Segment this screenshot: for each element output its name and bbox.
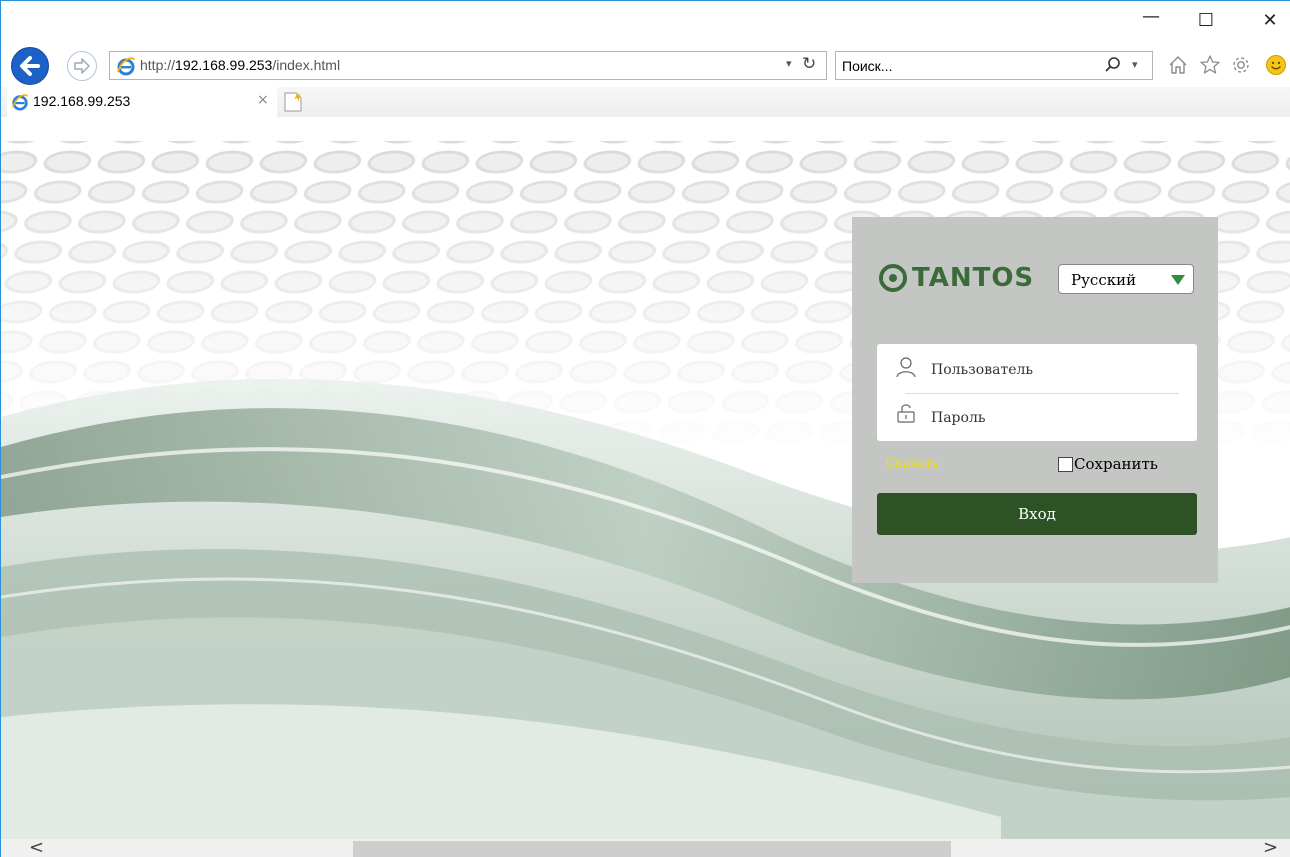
address-dropdown-icon[interactable]: ▾ <box>786 57 792 70</box>
ie-page-icon <box>117 57 135 76</box>
forward-arrow-icon <box>74 58 90 74</box>
address-url: http://192.168.99.253/index.html <box>140 57 341 73</box>
new-tab-icon[interactable] <box>281 90 305 114</box>
forward-button[interactable] <box>67 51 97 81</box>
tab-close-icon[interactable]: × <box>257 92 269 108</box>
language-select[interactable]: Русский <box>1058 264 1194 294</box>
back-button[interactable] <box>11 47 49 85</box>
brand-name: TANTOS <box>912 263 1035 293</box>
language-selected: Русский <box>1071 271 1137 289</box>
username-input[interactable] <box>931 358 1181 382</box>
scroll-right-icon[interactable]: > <box>1263 837 1278 857</box>
tab-active[interactable]: 192.168.99.253 × <box>7 87 277 117</box>
search-box[interactable]: ▾ <box>835 51 1153 80</box>
refresh-icon[interactable]: ↻ <box>802 54 816 74</box>
tab-bar: 192.168.99.253 × <box>1 87 1290 117</box>
search-input[interactable] <box>842 56 1092 76</box>
browser-window: — ☐ ✕ http://192.168.99.253/index.html ▾… <box>0 0 1290 857</box>
password-input[interactable] <box>931 406 1181 430</box>
ie-tab-icon <box>12 94 29 111</box>
credentials-box <box>877 344 1197 441</box>
search-dropdown-icon[interactable]: ▾ <box>1132 58 1138 71</box>
back-arrow-icon <box>20 56 40 76</box>
search-icon[interactable] <box>1104 56 1122 74</box>
maximize-button[interactable]: ☐ <box>1191 11 1221 31</box>
close-window-button[interactable]: ✕ <box>1255 11 1285 31</box>
remember-label: Сохранить <box>1074 455 1158 473</box>
feedback-smiley-icon[interactable] <box>1265 54 1287 76</box>
scrollbar-thumb[interactable] <box>353 841 951 857</box>
horizontal-scrollbar[interactable]: < > <box>1 837 1290 857</box>
login-panel: TANTOS Русский Пользователь Скачать Сохр… <box>852 217 1218 583</box>
login-button[interactable]: Вход <box>877 493 1197 535</box>
favorites-star-icon[interactable] <box>1199 54 1221 76</box>
settings-gear-icon[interactable] <box>1230 54 1252 76</box>
tantos-logo-icon <box>879 264 907 292</box>
tab-title: 192.168.99.253 <box>33 93 131 109</box>
user-icon <box>896 357 916 378</box>
home-icon[interactable] <box>1167 54 1189 76</box>
password-row <box>877 394 1197 442</box>
download-link[interactable]: Скачать <box>886 456 938 470</box>
page-viewport: TANTOS Русский Пользователь Скачать Сохр… <box>1 117 1290 839</box>
remember-checkbox-box[interactable] <box>1058 457 1073 472</box>
username-row <box>877 344 1197 392</box>
address-bar[interactable]: http://192.168.99.253/index.html ▾ ↻ <box>109 51 827 80</box>
minimize-button[interactable]: — <box>1136 7 1166 27</box>
scroll-left-icon[interactable]: < <box>29 837 44 857</box>
chevron-down-icon <box>1171 275 1185 285</box>
lock-icon <box>897 404 915 423</box>
